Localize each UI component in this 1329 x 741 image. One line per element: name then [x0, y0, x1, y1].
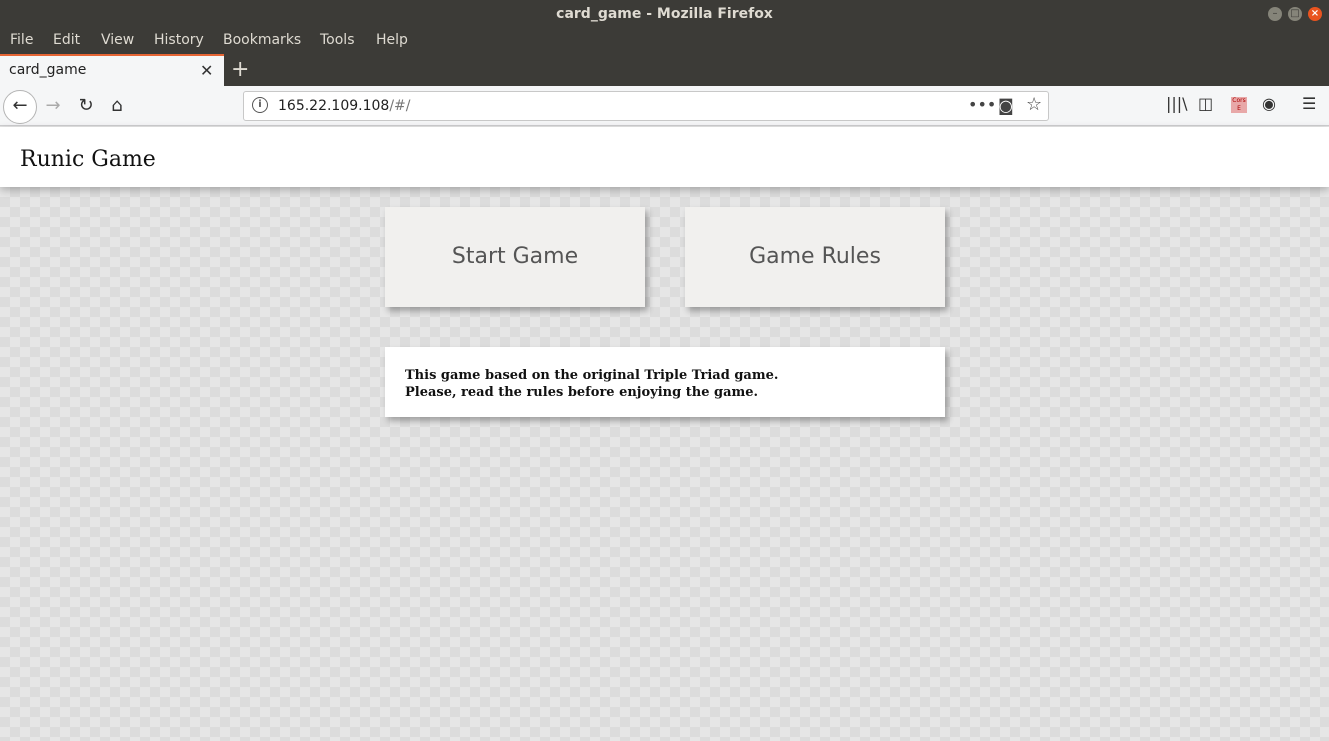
- menu-edit[interactable]: Edit: [53, 32, 80, 48]
- reload-icon[interactable]: ↻: [75, 92, 97, 120]
- info-line-1: This game based on the original Triple T…: [405, 368, 779, 383]
- forward-arrow-icon[interactable]: →: [42, 92, 64, 120]
- menu-bar: File Edit View History Bookmarks Tools H…: [0, 28, 1329, 54]
- new-tab-icon[interactable]: +: [231, 57, 249, 82]
- library-icon[interactable]: |||\: [1166, 94, 1188, 113]
- app-title: Runic Game: [20, 147, 156, 172]
- url-bar[interactable]: i 165.22.109.108/#/ ••• ◙ ☆: [243, 91, 1049, 121]
- sidebar-icon[interactable]: ◫: [1198, 94, 1213, 113]
- menu-file[interactable]: File: [10, 32, 33, 48]
- url-host: 165.22.109.108: [278, 98, 390, 114]
- navigation-bar: ← → ↻ ⌂ i 165.22.109.108/#/ ••• ◙ ☆ |||\…: [0, 86, 1329, 126]
- hamburger-menu-icon[interactable]: ☰: [1302, 94, 1316, 113]
- url-text[interactable]: 165.22.109.108/#/: [278, 98, 411, 114]
- pocket-icon[interactable]: ◙: [998, 96, 1014, 115]
- menu-help[interactable]: Help: [376, 32, 408, 48]
- site-info-icon[interactable]: i: [252, 97, 268, 113]
- url-path: /#/: [389, 98, 411, 114]
- window-title: card_game - Mozilla Firefox: [556, 6, 773, 22]
- home-icon[interactable]: ⌂: [106, 92, 128, 120]
- tab-card-game[interactable]: card_game ✕: [0, 54, 224, 86]
- tab-title: card_game: [9, 62, 87, 78]
- maximize-icon[interactable]: □: [1288, 7, 1302, 21]
- menu-history[interactable]: History: [154, 32, 204, 48]
- app-header: Runic Game: [0, 127, 1329, 187]
- game-rules-button[interactable]: Game Rules: [685, 207, 945, 307]
- start-game-button[interactable]: Start Game: [385, 207, 645, 307]
- info-line-2: Please, read the rules before enjoying t…: [405, 385, 759, 400]
- menu-bookmarks[interactable]: Bookmarks: [223, 32, 301, 48]
- minimize-icon[interactable]: –: [1268, 7, 1282, 21]
- tab-strip: card_game ✕ +: [0, 54, 1329, 86]
- account-icon[interactable]: ◉: [1262, 94, 1276, 113]
- window-titlebar: card_game - Mozilla Firefox – □ ×: [0, 0, 1329, 28]
- close-tab-icon[interactable]: ✕: [200, 61, 213, 80]
- menu-tools[interactable]: Tools: [320, 32, 355, 48]
- menu-view[interactable]: View: [101, 32, 134, 48]
- close-window-icon[interactable]: ×: [1308, 7, 1322, 21]
- page-content: Runic Game Start Game Game Rules This ga…: [0, 127, 1329, 741]
- page-actions-icon[interactable]: •••: [968, 95, 996, 114]
- bookmark-star-icon[interactable]: ☆: [1026, 94, 1042, 115]
- cors-extension-icon[interactable]: Cors E: [1231, 97, 1247, 113]
- info-box: This game based on the original Triple T…: [385, 347, 945, 417]
- back-arrow-icon[interactable]: ←: [3, 90, 37, 124]
